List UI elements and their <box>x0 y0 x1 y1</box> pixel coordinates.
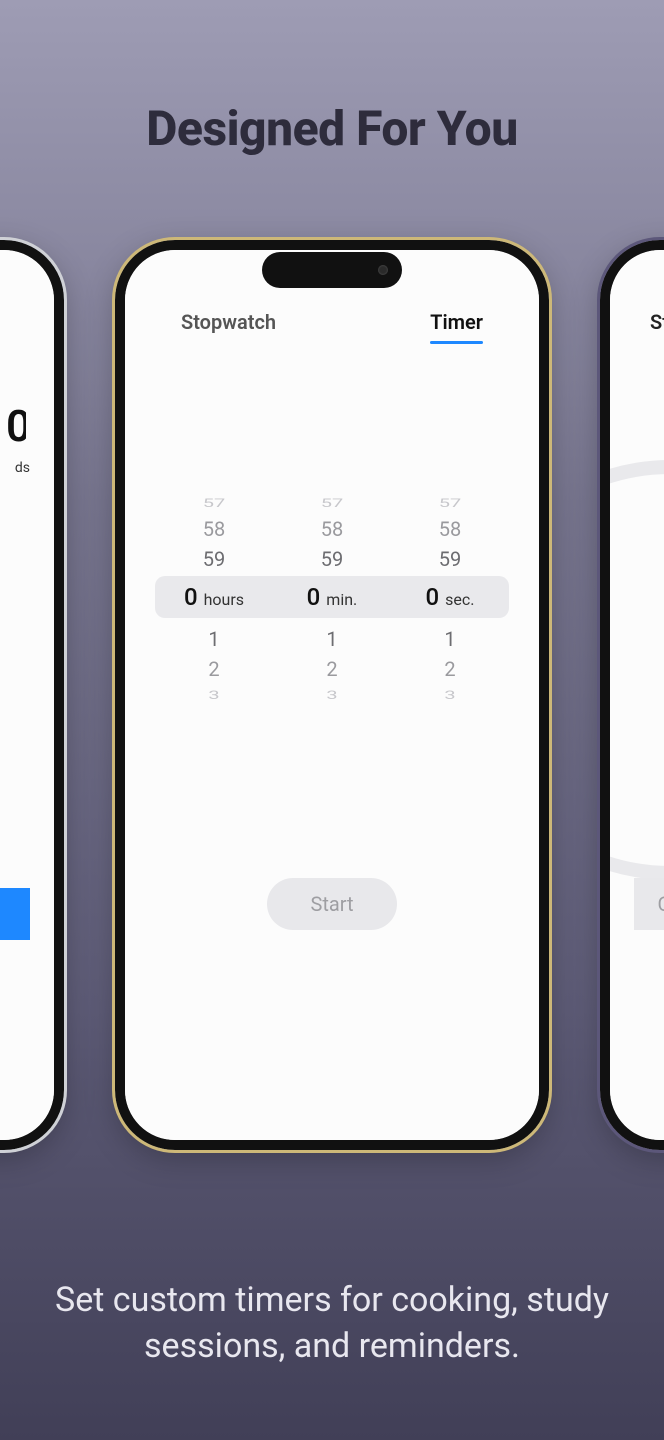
picker-value: 2 <box>273 654 391 684</box>
picker-value: 2 <box>391 654 509 684</box>
picker-value: 57 <box>155 494 273 512</box>
picker-selected: 0sec. <box>391 576 509 618</box>
phone-left: 0 ds <box>0 240 64 1150</box>
camera-icon <box>378 265 388 275</box>
picker-value: 58 <box>273 514 391 544</box>
phone-right: St C <box>600 240 664 1150</box>
picker-selected: 0min. <box>273 576 391 618</box>
picker-selected: 0hours <box>155 576 273 618</box>
tab-timer[interactable]: Timer <box>430 310 483 342</box>
picker-value: 59 <box>391 544 509 574</box>
picker-hours-column[interactable]: 57 58 59 0hours 1 2 3 <box>155 490 273 700</box>
picker-value: 57 <box>273 494 391 512</box>
picker-seconds-column[interactable]: 57 58 59 0sec. 1 2 3 <box>391 490 509 700</box>
start-button[interactable]: Start <box>267 878 397 930</box>
phone-carousel: 0 ds Stopwatch Timer 57 58 59 <box>0 240 664 1160</box>
picker-value: 1 <box>155 624 273 654</box>
countdown-ring <box>610 460 664 880</box>
picker-value: 2 <box>155 654 273 684</box>
phone-notch <box>262 252 402 288</box>
stopwatch-unit-fragment: ds <box>15 460 30 476</box>
picker-value: 1 <box>391 624 509 654</box>
cancel-button-fragment[interactable]: C <box>634 878 664 930</box>
timer-screen: Stopwatch Timer 57 58 59 0hours 1 2 3 <box>125 250 539 1140</box>
tab-stopwatch[interactable]: Stopwatch <box>181 310 276 342</box>
picker-value: 3 <box>391 686 509 704</box>
screen-tabs: Stopwatch Timer <box>125 310 539 342</box>
stopwatch-value-fragment: 0 <box>6 400 26 450</box>
picker-value: 1 <box>273 624 391 654</box>
picker-value: 3 <box>155 686 273 704</box>
start-button-fragment[interactable] <box>0 888 30 940</box>
app-store-screenshot: Designed For You 0 ds Stopwatch Timer <box>0 0 664 1440</box>
picker-value: 58 <box>155 514 273 544</box>
picker-value: 57 <box>391 494 509 512</box>
picker-value: 59 <box>273 544 391 574</box>
phone-right-screen: St C <box>610 250 664 1140</box>
tab-fragment[interactable]: St <box>650 310 664 334</box>
time-picker[interactable]: 57 58 59 0hours 1 2 3 57 58 59 0min. 1 <box>155 490 509 700</box>
headline: Designed For You <box>0 100 664 157</box>
phone-center: Stopwatch Timer 57 58 59 0hours 1 2 3 <box>115 240 549 1150</box>
picker-value: 58 <box>391 514 509 544</box>
caption: Set custom timers for cooking, study ses… <box>30 1278 634 1370</box>
picker-value: 59 <box>155 544 273 574</box>
phone-left-screen: 0 ds <box>0 250 54 1140</box>
picker-value: 3 <box>273 686 391 704</box>
picker-minutes-column[interactable]: 57 58 59 0min. 1 2 3 <box>273 490 391 700</box>
